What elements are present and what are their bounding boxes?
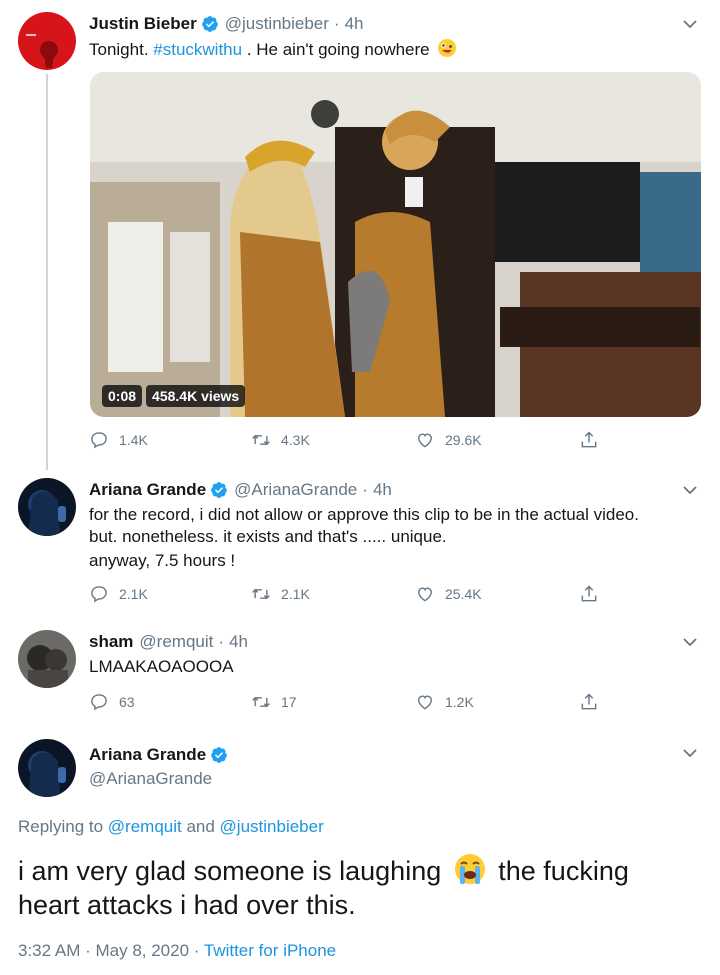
reply-count: 1.4K [119,432,148,448]
heart-icon [418,433,432,448]
retweet-button[interactable]: 4.3K [251,430,310,450]
avatar-justin-bieber[interactable] [18,12,76,70]
verified-badge-icon [211,482,228,498]
retweet-count: 4.3K [281,432,310,448]
zany-face-emoji [438,39,457,57]
action-bar: 63 17 1.2K [89,692,609,716]
like-button[interactable]: 29.6K [415,430,482,450]
retweet-count: 2.1K [281,586,310,602]
avatar-ariana-grande[interactable] [18,478,76,536]
tweet-text-line-3: anyway, 7.5 hours ! [89,551,236,570]
hashtag-link[interactable]: #stuckwithu [153,40,242,59]
reply-icon [91,586,107,603]
retweet-icon [252,588,270,600]
video-views: 458.4K views [146,385,246,407]
separator-dot: · [218,632,225,651]
tweet-header: Justin Bieber @justinbieber · 4h [89,14,364,34]
mention-link[interactable]: @remquit [108,817,182,836]
tweet-header: sham @remquit · 4h [89,632,248,652]
reply-icon [91,432,107,449]
reply-count: 2.1K [119,586,148,602]
text-suffix: . He ain't going nowhere [242,40,430,59]
replying-prefix: Replying to [18,817,108,836]
tweet-meta: 3:32 AM · May 8, 2020 · Twitter for iPho… [18,941,336,961]
display-name[interactable]: Ariana Grande [89,480,206,500]
chevron-down-icon[interactable] [682,16,698,32]
tweet-time[interactable]: 4h [373,480,392,500]
reply-button[interactable]: 63 [89,692,135,712]
tweet-time[interactable]: 4h [229,632,248,652]
chevron-down-icon[interactable] [682,634,698,650]
reply-icon [91,694,107,711]
retweet-icon [252,696,270,708]
like-count: 29.6K [445,432,482,448]
tweet-text: Tonight. #stuckwithu . He ain't going no… [89,38,457,61]
verified-badge-icon [201,16,218,32]
reply-count: 63 [119,694,135,710]
verified-badge-icon [211,747,228,763]
retweet-button[interactable]: 2.1K [251,584,310,604]
text-prefix: Tonight. [89,40,154,59]
separator-dot: · [362,480,368,499]
replying-to: Replying to @remquit and @justinbieber [18,817,324,837]
display-name[interactable]: Ariana Grande [89,745,206,765]
video-player[interactable]: 0:08 458.4K views [90,72,701,417]
replying-and: and [181,817,220,836]
tweet-text-line-2: but. nonetheless. it exists and that's .… [89,527,447,546]
thread-line [46,74,48,470]
source-link[interactable]: Twitter for iPhone [204,941,336,960]
focused-tweet-text-line-2: heart attacks i had over this. [18,890,356,920]
tweet-text-line-1: for the record, i did not allow or appro… [89,505,639,524]
like-count: 25.4K [445,586,482,602]
tweet-sham[interactable]: sham @remquit · 4h LMAAKAOAOOOA 63 17 1.… [0,622,720,732]
handle[interactable]: @ArianaGrande [89,769,212,789]
chevron-down-icon[interactable] [682,482,698,498]
share-icon [581,585,597,602]
avatar-sham[interactable] [18,630,76,688]
share-icon [581,431,597,448]
share-icon [581,693,597,710]
avatar-ariana-grande[interactable] [18,739,76,797]
mention-link[interactable]: @justinbieber [220,817,324,836]
tweet-justin-bieber[interactable]: Justin Bieber @justinbieber · 4h Tonight… [0,0,720,470]
focused-tweet-text-line-1: i am very glad someone is laughing the f… [18,852,629,889]
like-count: 1.2K [445,694,474,710]
tweet-header: Ariana Grande @ArianaGrande · 4h [89,480,392,500]
action-bar: 1.4K 4.3K 29.6K [89,430,609,454]
display-name[interactable]: Justin Bieber [89,14,197,34]
reply-button[interactable]: 2.1K [89,584,148,604]
handle[interactable]: @justinbieber [225,14,329,34]
focused-tweet: Ariana Grande @ArianaGrande Replying to … [0,735,720,975]
focused-name-row: Ariana Grande [89,745,234,765]
action-bar: 2.1K 2.1K 25.4K [89,584,609,608]
separator-dot: · [333,14,340,33]
display-name[interactable]: sham [89,632,133,652]
text-part-1: i am very glad someone is laughing [18,856,442,886]
heart-icon [418,695,432,710]
timestamp[interactable]: 3:32 AM · May 8, 2020 · [18,941,204,960]
like-button[interactable]: 25.4K [415,584,482,604]
retweet-icon [252,434,270,446]
chevron-down-icon[interactable] [682,745,698,761]
reply-button[interactable]: 1.4K [89,430,148,450]
retweet-count: 17 [281,694,297,710]
like-button[interactable]: 1.2K [415,692,474,712]
video-badge: 0:08 458.4K views [102,385,246,407]
handle[interactable]: @remquit [139,632,213,652]
tweet-text: LMAAKAOAOOOA [89,657,234,676]
heart-icon [418,587,432,602]
loudly-crying-face-emoji [454,854,485,884]
share-button[interactable] [579,430,609,450]
video-duration: 0:08 [102,385,143,407]
tweet-ariana-grande-reply[interactable]: Ariana Grande @ArianaGrande · 4h for the… [0,470,720,620]
video-frame [90,72,701,417]
share-button[interactable] [579,692,609,712]
text-part-2: the fucking [498,856,629,886]
retweet-button[interactable]: 17 [251,692,297,712]
tweet-time[interactable]: 4h [345,14,364,34]
share-button[interactable] [579,584,609,604]
handle[interactable]: @ArianaGrande [234,480,357,500]
